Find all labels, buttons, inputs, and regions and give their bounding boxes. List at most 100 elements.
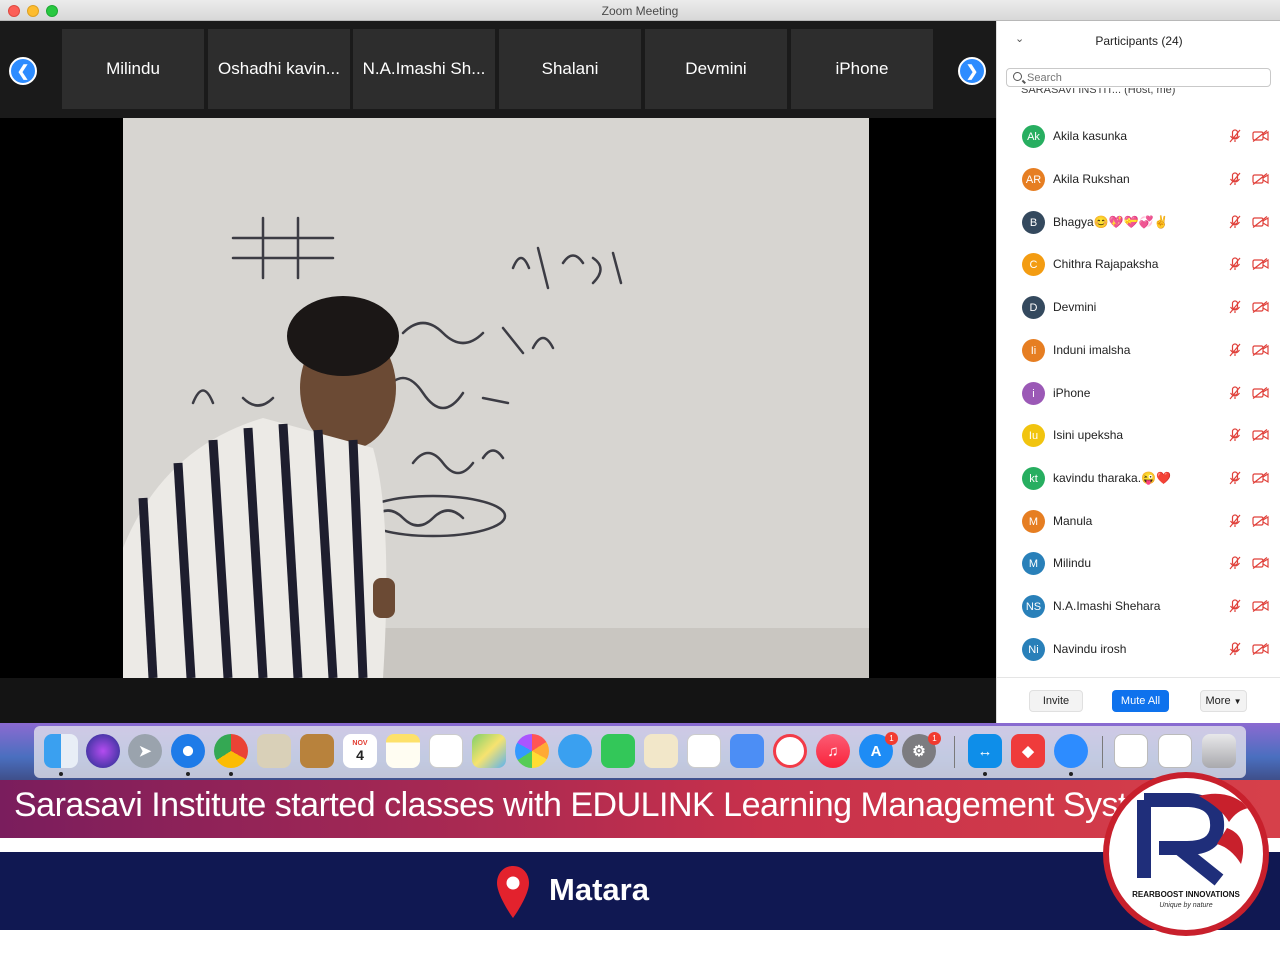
mic-off-icon[interactable] (1229, 599, 1241, 613)
host-row-partial: SARASAVI INSTIT... (Host, me) (1021, 88, 1176, 96)
video-off-icon[interactable] (1252, 429, 1269, 441)
calendar-day: 4 (356, 746, 364, 763)
running-indicator (186, 772, 190, 776)
notes-icon[interactable] (386, 734, 420, 768)
mic-off-icon[interactable] (1229, 514, 1241, 528)
video-tile[interactable]: Milindu (62, 29, 204, 109)
stickies-icon[interactable] (644, 734, 678, 768)
participant-row[interactable]: Ak Akila kasunka (997, 115, 1280, 157)
mic-off-icon[interactable] (1229, 642, 1241, 656)
mic-off-icon[interactable] (1229, 257, 1241, 271)
mute-all-button[interactable]: Mute All (1112, 690, 1169, 712)
mic-off-icon[interactable] (1229, 386, 1241, 400)
mic-off-icon[interactable] (1229, 172, 1241, 186)
participant-row[interactable]: M Manula (997, 500, 1280, 542)
video-off-icon[interactable] (1252, 258, 1269, 270)
banner-divider (0, 838, 1280, 852)
mic-off-icon[interactable] (1229, 556, 1241, 570)
video-off-icon[interactable] (1252, 643, 1269, 655)
participant-row[interactable]: M Milindu (997, 542, 1280, 584)
participant-search[interactable] (1006, 68, 1271, 87)
participant-row[interactable]: B Bhagya😊💖💝💞✌️ (997, 201, 1280, 243)
chrome-icon[interactable] (214, 734, 248, 768)
mic-off-icon[interactable] (1229, 300, 1241, 314)
calendar-icon[interactable]: NOV 4 (343, 734, 377, 768)
contacts-icon[interactable] (300, 734, 334, 768)
keynote-icon[interactable] (730, 734, 764, 768)
numbers-icon[interactable] (687, 734, 721, 768)
video-tile[interactable]: N.A.Imashi Sh... (353, 29, 495, 109)
video-tile[interactable]: Devmini (645, 29, 787, 109)
video-off-icon[interactable] (1252, 387, 1269, 399)
reminders-icon[interactable] (429, 734, 463, 768)
more-button[interactable]: More ▼ (1200, 690, 1247, 712)
video-tile[interactable]: iPhone (791, 29, 933, 109)
video-off-icon[interactable] (1252, 557, 1269, 569)
video-off-icon[interactable] (1252, 515, 1269, 527)
maps-icon[interactable] (472, 734, 506, 768)
teamviewer-icon[interactable]: ↔ (968, 734, 1002, 768)
zoom-icon[interactable] (1054, 734, 1088, 768)
mic-off-icon[interactable] (1229, 471, 1241, 485)
avatar: Ii (1022, 339, 1045, 362)
avatar: kt (1022, 467, 1045, 490)
window-title: Zoom Meeting (601, 4, 679, 18)
video-tile[interactable]: Shalani (499, 29, 641, 109)
video-off-icon[interactable] (1252, 130, 1269, 142)
safari-icon[interactable] (171, 734, 205, 768)
chevron-down-icon: ▼ (1233, 696, 1242, 706)
participant-name: Navindu irosh (1053, 642, 1127, 656)
launchpad-icon[interactable]: ➤ (128, 734, 162, 768)
minimized-window-icon[interactable] (1158, 734, 1192, 768)
participant-row[interactable]: D Devmini (997, 286, 1280, 328)
trash-icon[interactable] (1202, 734, 1236, 768)
next-page-button[interactable]: ❯ (958, 57, 986, 85)
mic-off-icon[interactable] (1229, 129, 1241, 143)
anydesk-icon[interactable]: ◆ (1011, 734, 1045, 768)
screen: Zoom Meeting ❮ Milindu Oshadhi kavin... … (0, 0, 1280, 960)
video-off-icon[interactable] (1252, 173, 1269, 185)
location-text: Matara (549, 872, 649, 907)
logo-tagline: Unique by nature (1159, 902, 1213, 909)
facetime-icon[interactable] (601, 734, 635, 768)
music-icon[interactable]: ♫ (816, 734, 850, 768)
previous-page-button[interactable]: ❮ (9, 57, 37, 85)
messages-icon[interactable] (558, 734, 592, 768)
more-label: More (1205, 695, 1231, 707)
search-input[interactable] (1027, 71, 1262, 85)
video-off-icon[interactable] (1252, 600, 1269, 612)
chevron-right-icon: ❯ (965, 63, 979, 80)
mic-off-icon[interactable] (1229, 343, 1241, 357)
video-off-icon[interactable] (1252, 344, 1269, 356)
video-off-icon[interactable] (1252, 301, 1269, 313)
participant-row[interactable]: AR Akila Rukshan (997, 158, 1280, 200)
video-tile[interactable]: Oshadhi kavin... (208, 29, 350, 109)
participant-row[interactable]: kt kavindu tharaka.😜❤️ (997, 457, 1280, 499)
participant-row[interactable]: i iPhone (997, 372, 1280, 414)
avatar: B (1022, 211, 1045, 234)
photos-icon[interactable] (515, 734, 549, 768)
video-off-icon[interactable] (1252, 216, 1269, 228)
mic-off-icon[interactable] (1229, 215, 1241, 229)
minimized-window-icon[interactable] (1114, 734, 1148, 768)
participant-row[interactable]: NS N.A.Imashi Shehara (997, 585, 1280, 627)
participant-row[interactable]: Ii Induni imalsha (997, 329, 1280, 371)
mic-off-icon[interactable] (1229, 428, 1241, 442)
siri-icon[interactable] (86, 734, 120, 768)
mail-stamp-icon[interactable] (257, 734, 291, 768)
chevron-left-icon: ❮ (16, 63, 30, 80)
participant-name: Bhagya😊💖💝💞✌️ (1053, 215, 1169, 229)
invite-button[interactable]: Invite (1029, 690, 1083, 712)
video-off-icon[interactable] (1252, 472, 1269, 484)
running-indicator (229, 772, 233, 776)
rearboost-logo: REARBOOST INNOVATIONS Unique by nature (1103, 772, 1269, 936)
participant-row[interactable]: Ni Navindu irosh (997, 628, 1280, 670)
participant-row[interactable]: C Chithra Rajapaksha (997, 243, 1280, 285)
participant-row[interactable]: Iu Isini upeksha (997, 414, 1280, 456)
running-indicator (59, 772, 63, 776)
finder-icon[interactable] (44, 734, 78, 768)
news-icon[interactable] (773, 734, 807, 768)
participant-name: Milindu (1053, 556, 1092, 570)
active-speaker-video[interactable] (123, 118, 869, 678)
participant-name: Induni imalsha (1053, 343, 1131, 357)
